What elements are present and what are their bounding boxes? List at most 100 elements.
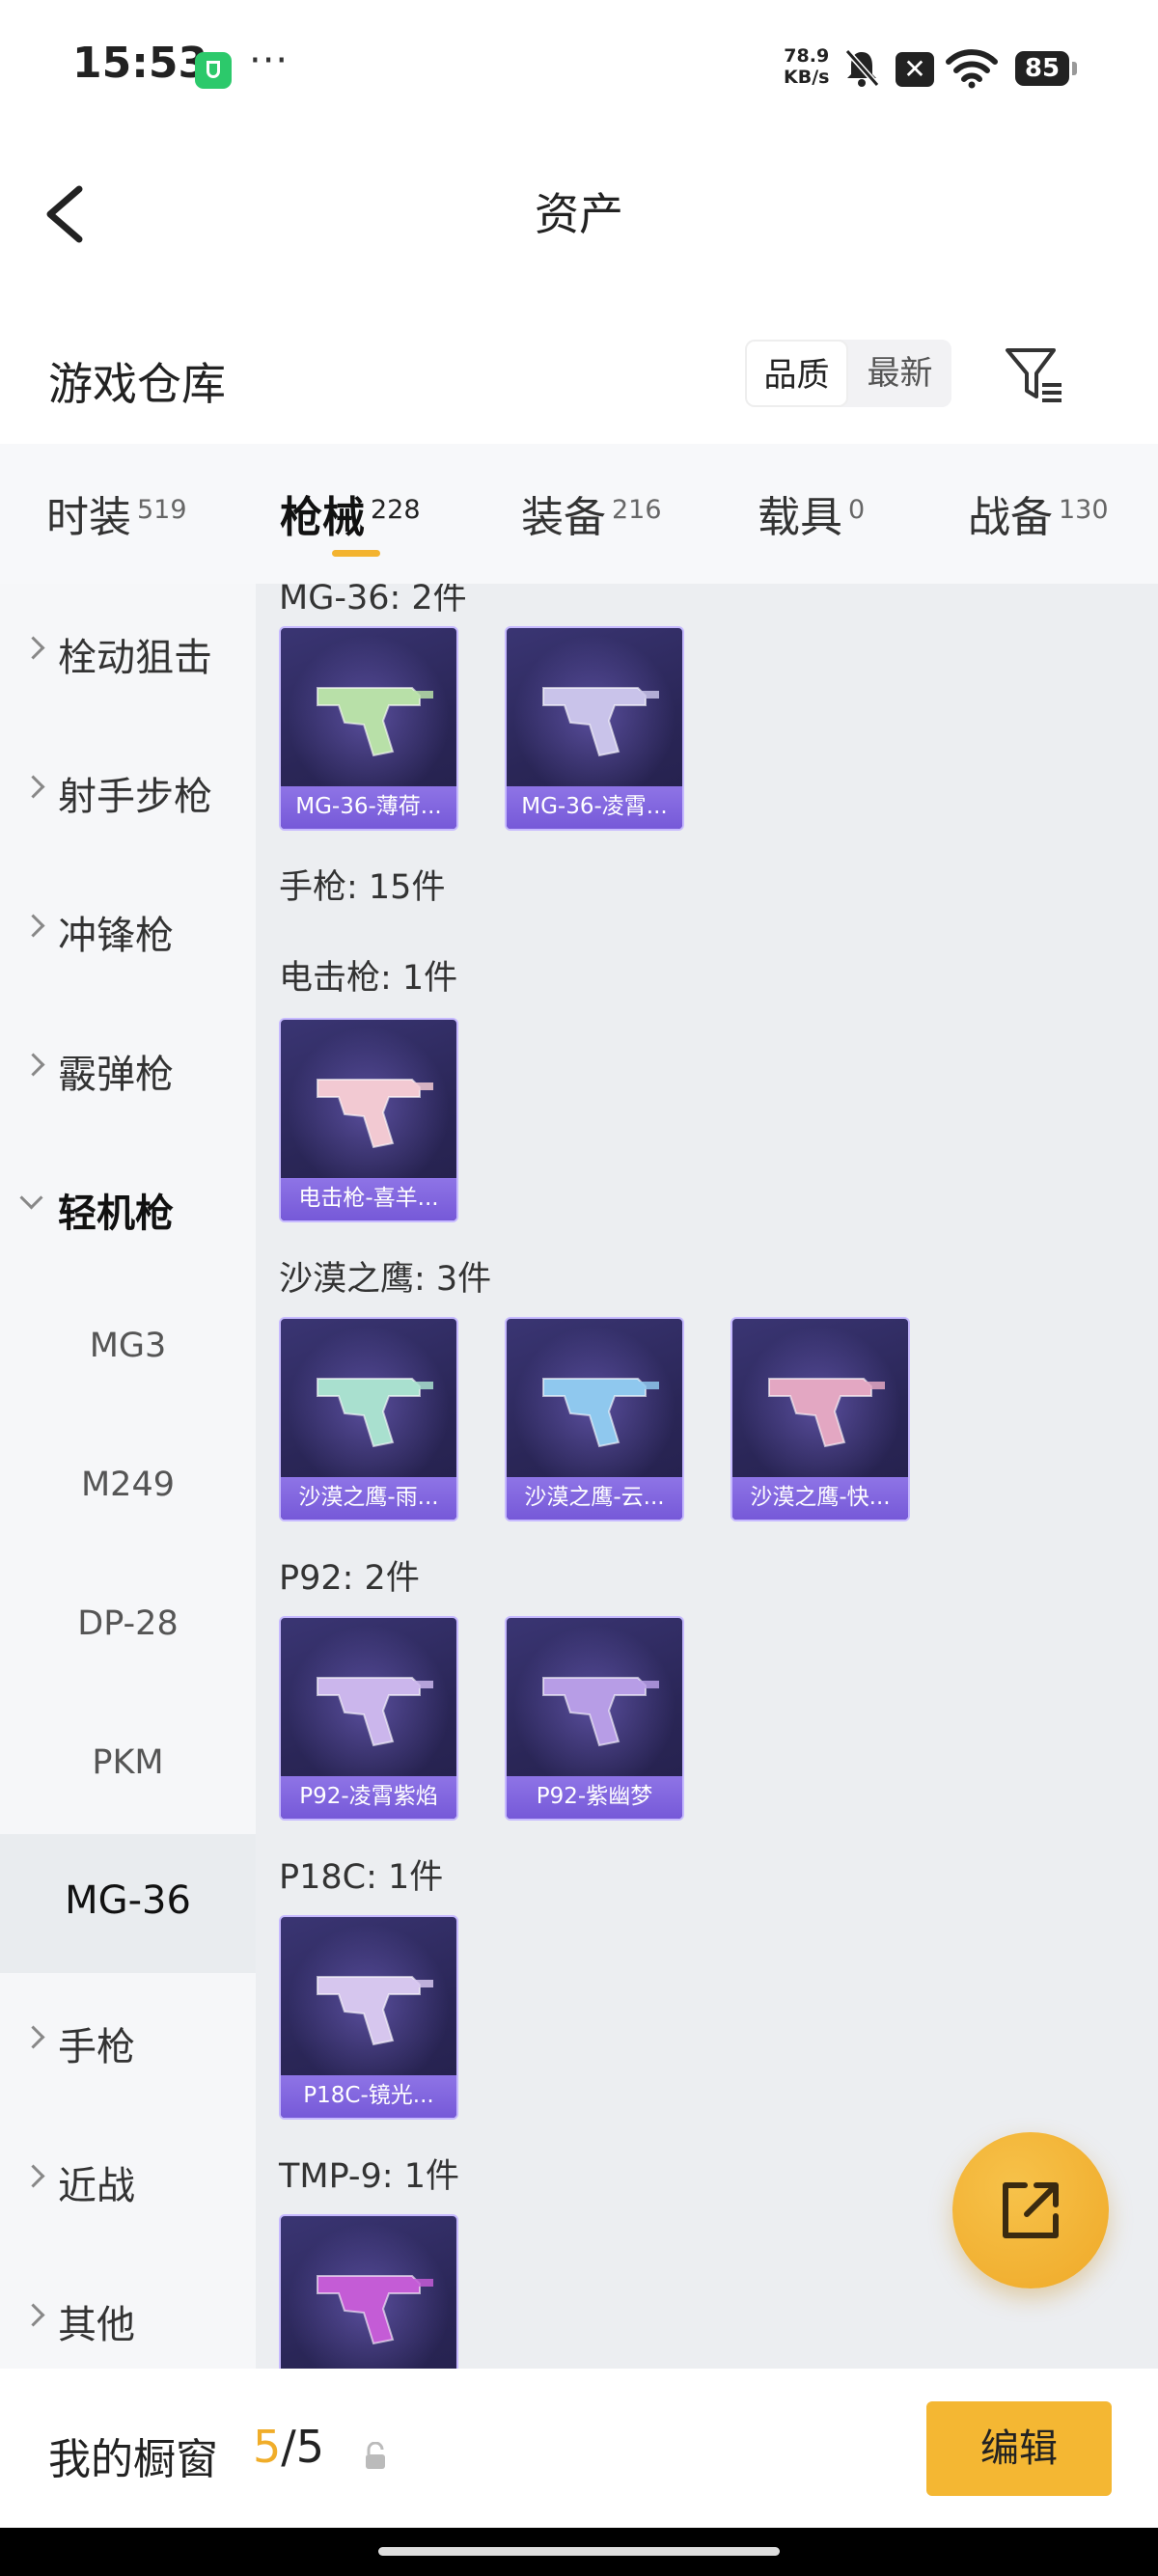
tab-count: 216	[612, 495, 662, 525]
tab-count: 228	[371, 495, 421, 525]
chevron-right-icon	[21, 2303, 45, 2327]
shield-icon	[195, 52, 232, 89]
weapon-skin-image	[768, 1378, 885, 1448]
sidebar-subitem-m249[interactable]: M249	[0, 1417, 256, 1556]
sidebar-item-label: 轻机枪	[58, 1192, 174, 1236]
chevron-right-icon	[21, 914, 45, 938]
home-indicator[interactable]	[378, 2547, 780, 2556]
group-title: P92: 2件	[279, 1559, 420, 1598]
group-title: P18C: 1件	[279, 1858, 444, 1897]
nav-bar: 资产	[0, 135, 1158, 280]
weapon-skin-image	[317, 1976, 433, 2046]
item-card-label: 沙漠之鹰-雨...	[281, 1477, 456, 1520]
sidebar-item-label: 射手步枪	[58, 775, 212, 819]
item-card-label: P18C-镜光...	[281, 2075, 456, 2118]
warehouse-title: 游戏仓库	[48, 358, 226, 410]
group-title: 手枪: 15件	[279, 868, 446, 907]
sidebar-item-label: M249	[80, 1466, 175, 1504]
tab-firearms[interactable]: 枪械 228	[280, 482, 421, 544]
sort-newest-button[interactable]: 最新	[848, 340, 951, 407]
item-card-label: 沙漠之鹰-云...	[507, 1477, 682, 1520]
bottom-bar: 我的橱窗 5/5 编辑	[0, 2369, 1158, 2528]
tab-label: 时装	[46, 493, 131, 542]
tab-count: 0	[848, 495, 866, 525]
sidebar-item-other[interactable]: 其他	[0, 2251, 256, 2369]
sidebar-item-label: MG3	[89, 1327, 167, 1365]
group-title: 电击枪: 1件	[279, 959, 458, 998]
filter-icon[interactable]	[1002, 343, 1065, 406]
sidebar-subitem-dp28[interactable]: DP-28	[0, 1556, 256, 1695]
tab-fashion[interactable]: 时装 519	[46, 482, 187, 544]
weapon-skin-image	[317, 687, 433, 757]
network-speed-value: 78.9	[784, 45, 830, 67]
sidebar-item-marksman-rifle[interactable]: 射手步枪	[0, 723, 256, 862]
chevron-right-icon	[21, 2025, 45, 2049]
item-card-label: P92-紫幽梦	[507, 1776, 682, 1819]
network-speed: 78.9 KB/s	[784, 45, 829, 88]
group-title: MG-36: 2件	[279, 584, 467, 617]
lock-icon	[366, 2442, 385, 2469]
sidebar-subitem-pkm[interactable]: PKM	[0, 1695, 256, 1834]
item-card-label: P92-凌霄紫焰	[281, 1776, 456, 1819]
tab-vehicles[interactable]: 载具 0	[758, 482, 865, 544]
sidebar-item-bolt-sniper[interactable]: 栓动狙击	[0, 584, 256, 723]
tab-count: 519	[137, 495, 187, 525]
item-card-label: 电击枪-喜羊...	[281, 1178, 456, 1220]
status-time: 15:53	[72, 39, 208, 88]
sidebar-item-label: 其他	[58, 2303, 135, 2347]
sidebar-subitem-mg3[interactable]: MG3	[0, 1278, 256, 1417]
item-card[interactable]: MG-36-薄荷...	[279, 626, 458, 831]
tab-equipment[interactable]: 装备 216	[521, 482, 662, 544]
active-tab-indicator	[332, 550, 380, 557]
item-card[interactable]	[279, 2214, 458, 2369]
tab-label: 装备	[521, 493, 606, 542]
item-card[interactable]: MG-36-凌霄...	[505, 626, 684, 831]
sidebar-item-label: DP-28	[77, 1604, 179, 1643]
tab-supplies[interactable]: 战备 130	[968, 482, 1109, 544]
chevron-right-icon	[21, 636, 45, 660]
sidebar-item-pistol[interactable]: 手枪	[0, 1973, 256, 2112]
share-button[interactable]	[952, 2132, 1109, 2288]
sidebar-item-label: 冲锋枪	[58, 914, 174, 958]
chevron-right-icon	[21, 1053, 45, 1077]
category-tabs: 时装 519 枪械 228 装备 216 载具 0 战备 130	[0, 444, 1158, 584]
warehouse-header: 游戏仓库 品质 最新	[0, 328, 1158, 444]
tab-label: 载具	[758, 493, 842, 542]
tab-label: 战备	[968, 493, 1053, 542]
sidebar-item-label: 霰弹枪	[58, 1053, 174, 1097]
tab-label: 枪械	[280, 493, 365, 542]
sidebar-item-shotgun[interactable]: 霰弹枪	[0, 1000, 256, 1139]
weapon-skin-image	[542, 1378, 659, 1448]
item-card-label: 沙漠之鹰-快...	[732, 1477, 908, 1520]
network-speed-unit: KB/s	[784, 67, 830, 88]
sidebar-item-label: 手枪	[58, 2025, 135, 2069]
more-status-icon: ···	[249, 39, 290, 83]
weapon-skin-image	[542, 1677, 659, 1747]
edit-button[interactable]: 编辑	[926, 2401, 1112, 2496]
item-card[interactable]: P92-凌霄紫焰	[279, 1616, 458, 1821]
weapon-skin-image	[317, 1378, 433, 1448]
group-title: 沙漠之鹰: 3件	[279, 1260, 492, 1299]
item-card[interactable]: 电击枪-喜羊...	[279, 1018, 458, 1222]
sidebar-item-label: PKM	[92, 1743, 164, 1782]
showcase-count: 5/5	[253, 2421, 324, 2473]
page-title: 资产	[535, 188, 623, 240]
sidebar-subitem-mg36[interactable]: MG-36	[0, 1834, 256, 1973]
sidebar-item-label: MG-36	[65, 1878, 191, 1923]
group-title: TMP-9: 1件	[279, 2157, 459, 2196]
item-card[interactable]: 沙漠之鹰-快...	[731, 1317, 910, 1521]
showcase-current: 5	[253, 2421, 282, 2473]
gesture-bar	[0, 2528, 1158, 2576]
sort-quality-button[interactable]: 品质	[745, 340, 848, 407]
item-card[interactable]: 沙漠之鹰-云...	[505, 1317, 684, 1521]
sidebar-item-lmg[interactable]: 轻机枪	[0, 1139, 256, 1278]
item-card[interactable]: 沙漠之鹰-雨...	[279, 1317, 458, 1521]
chevron-down-icon	[19, 1186, 43, 1210]
sidebar-item-smg[interactable]: 冲锋枪	[0, 862, 256, 1000]
chevron-right-icon	[21, 2164, 45, 2188]
sidebar-item-melee[interactable]: 近战	[0, 2112, 256, 2251]
item-card[interactable]: P18C-镜光...	[279, 1915, 458, 2120]
chevron-right-icon	[21, 775, 45, 799]
item-card[interactable]: P92-紫幽梦	[505, 1616, 684, 1821]
item-card-label: MG-36-凌霄...	[507, 786, 682, 829]
